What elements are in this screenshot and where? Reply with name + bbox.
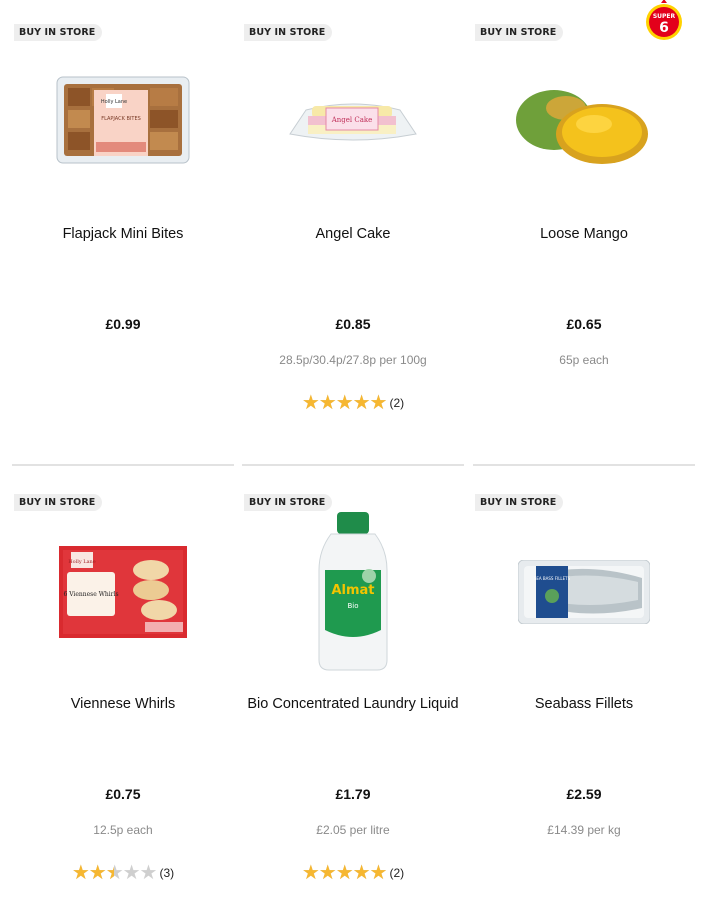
product-rating[interactable]: ★★★★★★★★★★ (3) — [12, 863, 234, 883]
rating-stars: ★★★★★★★★★★ — [301, 862, 388, 884]
flapjack-box-image[interactable]: Holly Lane FLAPJACK BITES — [12, 50, 234, 200]
viennese-whirls-box-image[interactable]: Holly Lane 6 Viennese Whirls — [12, 520, 234, 670]
product-price: £0.99 — [105, 316, 141, 332]
product-name[interactable]: Angel Cake — [242, 226, 464, 242]
product-price: £1.79 — [335, 786, 371, 802]
product-rating[interactable]: ★★★★★ ★★★★★ (2) — [242, 393, 464, 413]
unit-price: 28.5p/30.4p/27.8p per 100g — [279, 353, 427, 367]
row-divider — [473, 464, 695, 466]
seabass-pack-image[interactable]: SEA BASS FILLETS — [473, 520, 695, 670]
product-name[interactable]: Flapjack Mini Bites — [12, 226, 234, 242]
mango-image[interactable] — [473, 50, 695, 200]
buy-in-store-badge: BUY IN STORE — [14, 24, 103, 41]
unit-price: 65p each — [559, 353, 609, 367]
product-price: £0.65 — [566, 316, 602, 332]
product-card-angel-cake[interactable]: BUY IN STORE Angel Cake Angel Cake £0.85… — [242, 0, 464, 430]
product-card-laundry-liquid[interactable]: BUY IN STORE Almat Bio Bio Concentrated … — [242, 470, 464, 900]
buy-in-store-badge: BUY IN STORE — [475, 24, 564, 41]
unit-price: 12.5p each — [93, 823, 153, 837]
angel-cake-image[interactable]: Angel Cake — [242, 50, 464, 200]
product-name[interactable]: Seabass Fillets — [473, 696, 695, 712]
viennese-brand: Holly Lane — [68, 559, 96, 565]
product-card-seabass[interactable]: BUY IN STORE SEA BASS FILLETS Seabass Fi… — [473, 470, 695, 900]
viennese-pack-label: 6 Viennese Whirls — [63, 591, 118, 598]
review-count: (2) — [389, 396, 405, 410]
unit-price: £14.39 per kg — [547, 823, 621, 837]
laundry-bottle-image[interactable]: Almat Bio — [242, 510, 464, 680]
product-card-flapjack[interactable]: BUY IN STORE Holly Lane FLAPJACK BITES F… — [12, 0, 234, 430]
product-price: £0.75 — [105, 786, 141, 802]
review-count: (2) — [389, 866, 405, 880]
product-price: £2.59 — [566, 786, 602, 802]
super-6-badge: SUPER 6 — [644, 0, 684, 47]
product-card-mango[interactable]: BUY IN STORE SUPER 6 Loose Mango £0.65 6… — [473, 0, 695, 430]
product-name[interactable]: Viennese Whirls — [12, 696, 234, 712]
super-6-number: 6 — [659, 20, 669, 36]
laundry-brand: Almat — [331, 583, 374, 598]
product-rating[interactable]: ★★★★★ ★★★★★ (2) — [242, 863, 464, 883]
row-divider — [242, 464, 464, 466]
product-card-viennese-whirls[interactable]: BUY IN STORE Holly Lane 6 Viennese Whirl… — [12, 470, 234, 900]
laundry-sub-label: Bio — [347, 602, 358, 610]
product-price: £0.85 — [335, 316, 371, 332]
unit-price: £2.05 per litre — [316, 823, 390, 837]
rating-stars: ★★★★★★★★★★ — [71, 862, 158, 884]
flapjack-pack-label: FLAPJACK BITES — [101, 116, 141, 122]
angel-cake-pack-label: Angel Cake — [331, 116, 373, 124]
rating-stars: ★★★★★★★★★★ — [301, 392, 388, 414]
row-divider — [12, 464, 234, 466]
flapjack-brand: Holly Lane — [101, 99, 127, 105]
buy-in-store-badge: BUY IN STORE — [14, 494, 103, 511]
buy-in-store-badge: BUY IN STORE — [475, 494, 564, 511]
product-name[interactable]: Loose Mango — [473, 226, 695, 242]
product-name[interactable]: Bio Concentrated Laundry Liquid — [242, 696, 464, 712]
review-count: (3) — [159, 866, 175, 880]
buy-in-store-badge: BUY IN STORE — [244, 494, 333, 511]
seabass-pack-label: SEA BASS FILLETS — [534, 576, 571, 581]
buy-in-store-badge: BUY IN STORE — [244, 24, 333, 41]
super-6-label: SUPER — [653, 13, 676, 20]
